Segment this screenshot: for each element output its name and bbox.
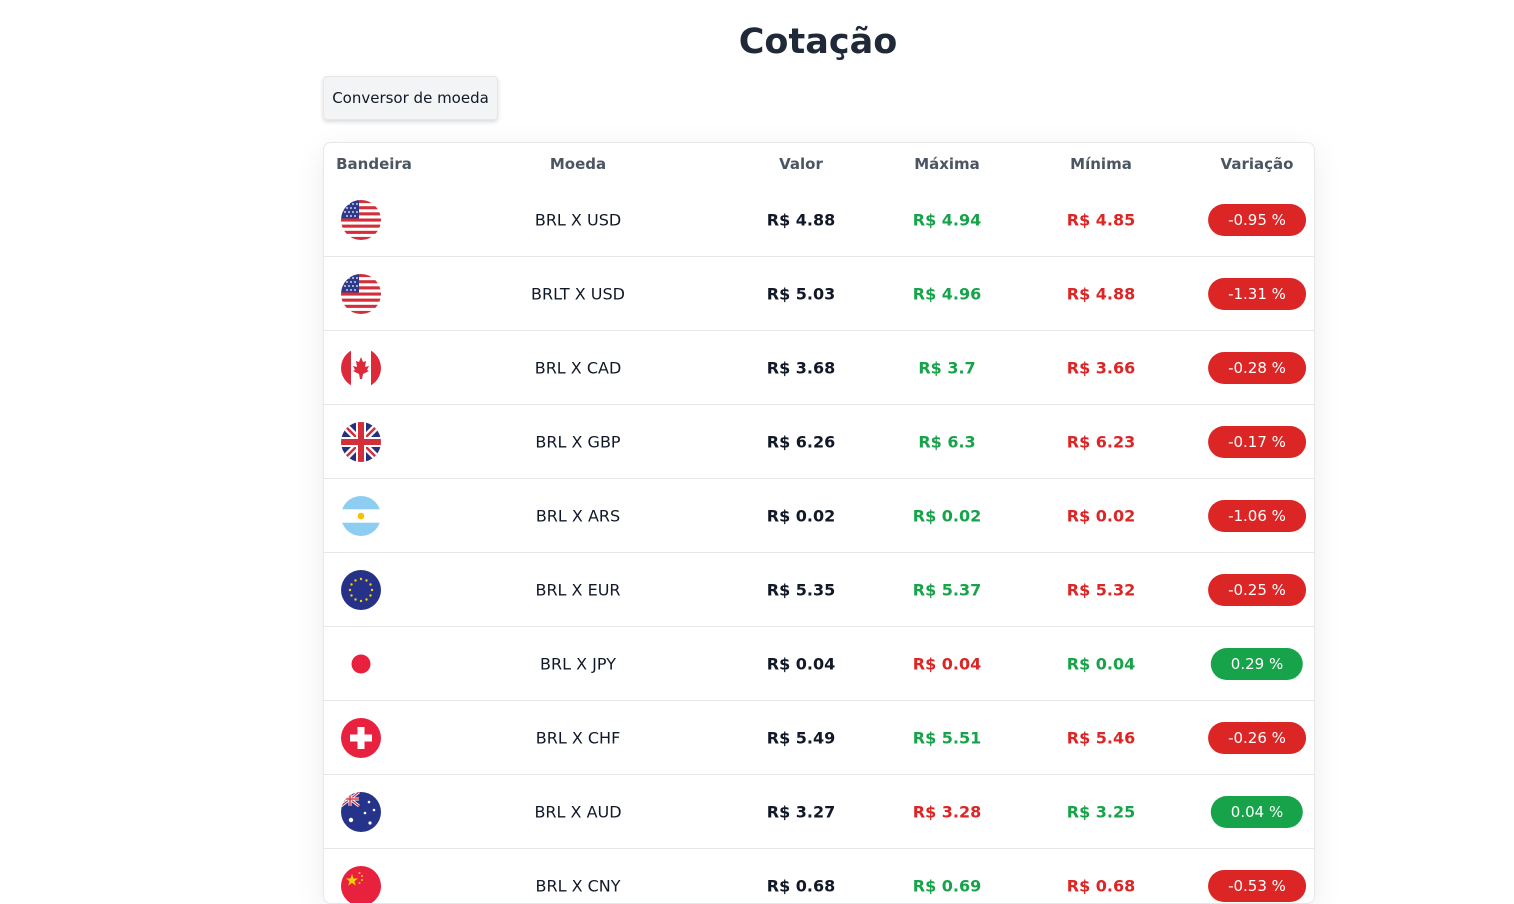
change-cell: -1.31 %	[1208, 278, 1306, 310]
australia-flag-icon	[341, 792, 381, 832]
quote-min: R$ 3.25	[1067, 802, 1136, 821]
change-badge: 0.04 %	[1211, 796, 1303, 828]
change-badge: -0.17 %	[1208, 426, 1306, 458]
change-cell: -0.17 %	[1208, 426, 1306, 458]
quote-max: R$ 5.51	[913, 728, 982, 747]
canada-flag-icon	[341, 348, 381, 388]
quote-value: R$ 5.03	[767, 284, 836, 303]
change-cell: 0.29 %	[1211, 648, 1303, 680]
change-badge: -1.06 %	[1208, 500, 1306, 532]
table-row: BRL X ARS R$ 0.02 R$ 0.02 R$ 0.02 -1.06 %	[324, 479, 1314, 553]
table-row: BRL X JPY R$ 0.04 R$ 0.04 R$ 0.04 0.29 %	[324, 627, 1314, 701]
quote-min: R$ 5.32	[1067, 580, 1136, 599]
header-pair: Moeda	[550, 155, 606, 173]
currency-pair: BRL X CAD	[535, 358, 622, 377]
table-header: Bandeira Moeda Valor Máxima Mínima Varia…	[324, 143, 1314, 183]
currency-pair: BRLT X USD	[531, 284, 625, 303]
quote-max: R$ 4.96	[913, 284, 982, 303]
header-value: Valor	[779, 155, 823, 173]
quote-value: R$ 3.27	[767, 802, 836, 821]
change-cell: -1.06 %	[1208, 500, 1306, 532]
quote-value: R$ 0.02	[767, 506, 836, 525]
eu-flag-icon	[341, 570, 381, 610]
currency-pair: BRL X JPY	[540, 654, 616, 673]
change-badge: -0.26 %	[1208, 722, 1306, 754]
uk-flag-icon	[341, 422, 381, 462]
quote-min: R$ 4.85	[1067, 210, 1136, 229]
currency-converter-button[interactable]: Conversor de moeda	[323, 76, 498, 120]
currency-pair: BRL X CHF	[536, 728, 621, 747]
japan-flag-icon	[341, 644, 381, 684]
quote-value: R$ 5.49	[767, 728, 836, 747]
china-flag-icon	[341, 866, 381, 904]
us-flag-icon	[341, 200, 381, 240]
quote-max: R$ 6.3	[918, 432, 975, 451]
change-badge: -0.95 %	[1208, 204, 1306, 236]
currency-pair: BRL X AUD	[534, 802, 621, 821]
change-cell: -0.25 %	[1208, 574, 1306, 606]
argentina-flag-icon	[341, 496, 381, 536]
change-badge: -0.28 %	[1208, 352, 1306, 384]
currency-pair: BRL X EUR	[535, 580, 620, 599]
quote-min: R$ 6.23	[1067, 432, 1136, 451]
quote-min: R$ 0.02	[1067, 506, 1136, 525]
quote-min: R$ 0.04	[1067, 654, 1136, 673]
page-title: Cotação	[0, 22, 1514, 62]
quote-value: R$ 3.68	[767, 358, 836, 377]
table-row: BRLT X USD R$ 5.03 R$ 4.96 R$ 4.88 -1.31 %	[324, 257, 1314, 331]
currency-pair: BRL X CNY	[535, 876, 620, 895]
change-badge: 0.29 %	[1211, 648, 1303, 680]
change-cell: -0.26 %	[1208, 722, 1306, 754]
quote-value: R$ 0.04	[767, 654, 836, 673]
header-max: Máxima	[914, 155, 980, 173]
quote-min: R$ 5.46	[1067, 728, 1136, 747]
currency-pair: BRL X GBP	[535, 432, 620, 451]
table-row: BRL X EUR R$ 5.35 R$ 5.37 R$ 5.32 -0.25 %	[324, 553, 1314, 627]
table-row: BRL X GBP R$ 6.26 R$ 6.3 R$ 6.23 -0.17 %	[324, 405, 1314, 479]
change-badge: -0.53 %	[1208, 870, 1306, 902]
header-change: Variação	[1221, 155, 1294, 173]
quote-max: R$ 0.69	[913, 876, 982, 895]
quote-min: R$ 0.68	[1067, 876, 1136, 895]
quote-max: R$ 5.37	[913, 580, 982, 599]
quote-min: R$ 3.66	[1067, 358, 1136, 377]
quote-value: R$ 4.88	[767, 210, 836, 229]
switzerland-flag-icon	[341, 718, 381, 758]
table-row: BRL X CAD R$ 3.68 R$ 3.7 R$ 3.66 -0.28 %	[324, 331, 1314, 405]
table-row: BRL X CHF R$ 5.49 R$ 5.51 R$ 5.46 -0.26 %	[324, 701, 1314, 775]
table-row: BRL X USD R$ 4.88 R$ 4.94 R$ 4.85 -0.95 %	[324, 183, 1314, 257]
header-flag: Bandeira	[336, 155, 412, 173]
change-badge: -0.25 %	[1208, 574, 1306, 606]
quote-max: R$ 3.28	[913, 802, 982, 821]
change-cell: -0.95 %	[1208, 204, 1306, 236]
quote-max: R$ 3.7	[918, 358, 975, 377]
quotes-table: Bandeira Moeda Valor Máxima Mínima Varia…	[323, 142, 1315, 904]
quote-value: R$ 0.68	[767, 876, 836, 895]
change-badge: -1.31 %	[1208, 278, 1306, 310]
header-min: Mínima	[1070, 155, 1132, 173]
currency-pair: BRL X USD	[535, 210, 621, 229]
change-cell: -0.53 %	[1208, 870, 1306, 902]
change-cell: 0.04 %	[1211, 796, 1303, 828]
quote-value: R$ 5.35	[767, 580, 836, 599]
quote-max: R$ 0.04	[913, 654, 982, 673]
table-row: BRL X CNY R$ 0.68 R$ 0.69 R$ 0.68 -0.53 %	[324, 849, 1314, 904]
quote-min: R$ 4.88	[1067, 284, 1136, 303]
change-cell: -0.28 %	[1208, 352, 1306, 384]
quote-value: R$ 6.26	[767, 432, 836, 451]
quote-max: R$ 4.94	[913, 210, 982, 229]
currency-pair: BRL X ARS	[536, 506, 620, 525]
us-flag-icon	[341, 274, 381, 314]
table-row: BRL X AUD R$ 3.27 R$ 3.28 R$ 3.25 0.04 %	[324, 775, 1314, 849]
quote-max: R$ 0.02	[913, 506, 982, 525]
